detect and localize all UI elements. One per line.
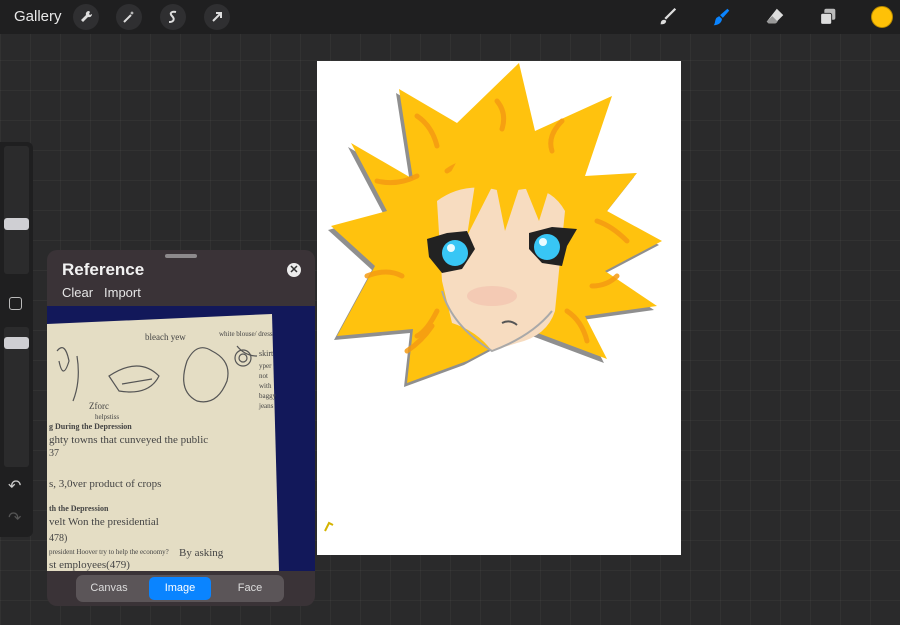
sketch-text: with bbox=[259, 382, 272, 390]
smudge-icon[interactable] bbox=[708, 5, 734, 29]
redo-icon[interactable]: ↷ bbox=[8, 508, 21, 528]
reference-image: bleach yew white blouse/ dress skirt ype… bbox=[47, 306, 315, 571]
clear-button[interactable]: Clear bbox=[62, 285, 93, 300]
worksheet-line: g During the Depression bbox=[49, 422, 132, 431]
worksheet-line: st employees(479) bbox=[49, 559, 130, 571]
import-button[interactable]: Import bbox=[104, 285, 141, 300]
close-icon[interactable]: ✕ bbox=[287, 263, 301, 277]
reference-panel[interactable]: Reference ✕ Clear Import bleach yew whit… bbox=[47, 250, 315, 606]
brush-size-thumb[interactable] bbox=[4, 218, 29, 230]
brush-icon[interactable] bbox=[655, 5, 681, 29]
worksheet-line: president Hoover try to help the economy… bbox=[49, 548, 169, 556]
worksheet-line: th the Depression bbox=[49, 504, 109, 513]
transform-arrow-icon[interactable] bbox=[204, 4, 230, 30]
selection-icon[interactable] bbox=[160, 4, 186, 30]
modify-square-button[interactable] bbox=[9, 297, 22, 310]
panel-drag-handle[interactable] bbox=[165, 254, 197, 258]
top-toolbar: Gallery bbox=[0, 0, 900, 34]
wrench-icon[interactable] bbox=[73, 4, 99, 30]
drawing-canvas[interactable] bbox=[317, 61, 681, 555]
undo-icon[interactable]: ↶ bbox=[8, 476, 21, 496]
sketch-text: Zforc bbox=[89, 401, 109, 411]
sketch-text: skirt bbox=[259, 349, 274, 358]
reference-title: Reference bbox=[62, 260, 145, 279]
worksheet-line: 37 bbox=[49, 448, 59, 459]
color-picker-swatch[interactable] bbox=[871, 6, 893, 28]
opacity-thumb[interactable] bbox=[4, 337, 29, 349]
worksheet-line: ghty towns that cunveyed the public bbox=[49, 434, 208, 446]
worksheet-line: 478) bbox=[49, 533, 67, 544]
reference-photo: bleach yew white blouse/ dress skirt ype… bbox=[47, 306, 315, 571]
sketch-text: bleach yew bbox=[145, 332, 186, 342]
worksheet-line: By asking bbox=[179, 547, 224, 559]
sketch-text: not bbox=[259, 372, 268, 380]
worksheet-line: s, 3,0ver product of crops bbox=[49, 478, 161, 490]
sketch-text: white blouse/ dress bbox=[219, 330, 273, 338]
sketch-text: jeans bbox=[258, 402, 274, 410]
tab-image[interactable]: Image bbox=[149, 577, 211, 600]
magic-wand-icon[interactable] bbox=[116, 4, 142, 30]
gallery-button[interactable]: Gallery bbox=[14, 8, 62, 25]
tab-canvas[interactable]: Canvas bbox=[78, 577, 140, 600]
reference-mode-tabs: Canvas Image Face bbox=[76, 575, 284, 602]
artwork-drawing bbox=[324, 63, 662, 532]
tab-face[interactable]: Face bbox=[219, 577, 281, 600]
worksheet-line: velt Won the presidential bbox=[49, 516, 159, 528]
sketch-text: baggy bbox=[259, 392, 277, 400]
sketch-text: helpstiss bbox=[95, 413, 119, 421]
opacity-slider[interactable] bbox=[4, 327, 29, 467]
sketch-text: yper bbox=[259, 362, 272, 370]
eraser-icon[interactable] bbox=[762, 5, 788, 29]
layers-icon[interactable] bbox=[815, 5, 841, 29]
brush-size-slider[interactable] bbox=[4, 146, 29, 274]
left-sidebar: ↶ ↷ bbox=[0, 142, 33, 537]
